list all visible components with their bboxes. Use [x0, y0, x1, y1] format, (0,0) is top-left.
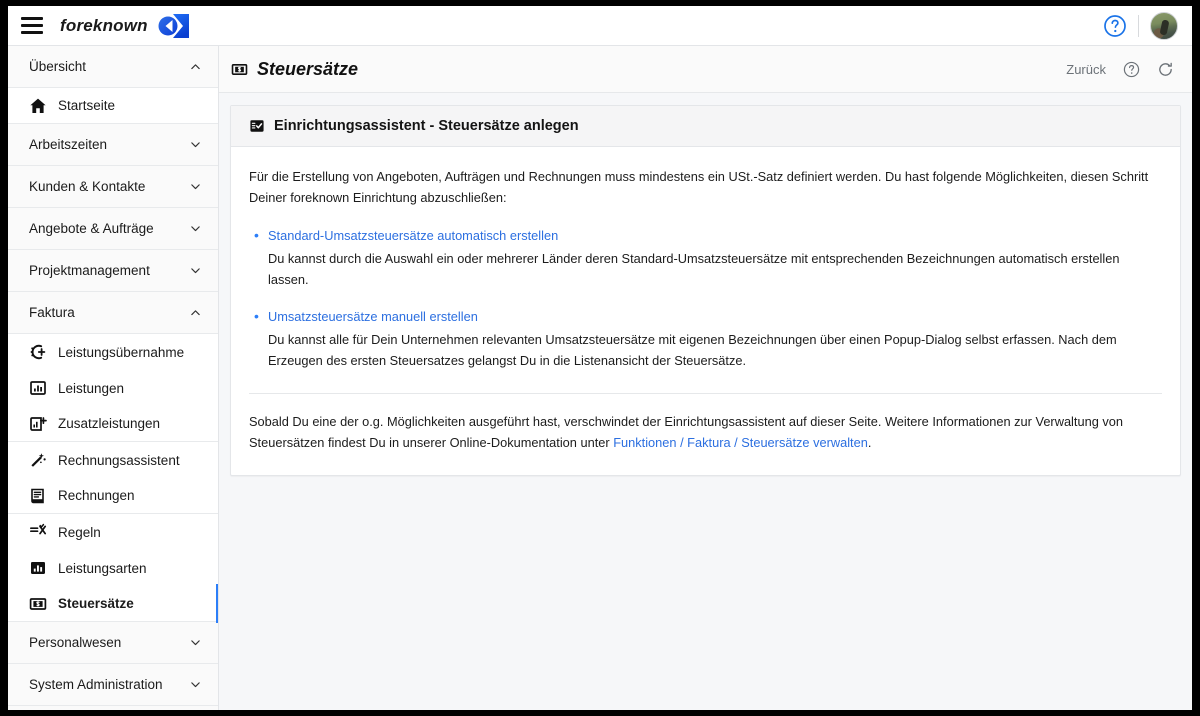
option-link-auto[interactable]: Standard-Umsatzsteuersätze automatisch e… [268, 226, 558, 246]
chevron-down-icon [191, 682, 200, 688]
page-title: Steuersätze [231, 59, 358, 80]
sidebar-group-kunden-kontakte[interactable]: Kunden & Kontakte [8, 166, 218, 208]
content-header-actions: Zurück [1066, 61, 1174, 78]
sidebar-group-projektmanagement[interactable]: Projektmanagement [8, 250, 218, 292]
sidebar-group-label: Faktura [29, 305, 75, 320]
brand-name: foreknown [60, 15, 148, 35]
card-header-title: Einrichtungsassistent - Steuersätze anle… [274, 118, 579, 134]
avatar[interactable] [1150, 11, 1178, 40]
sidebar-group-label: Personalwesen [29, 635, 122, 650]
magic-wand-icon [31, 453, 46, 467]
sidebar-item-leistungsarten[interactable]: Leistungsarten [8, 550, 218, 586]
card-container: Einrichtungsassistent - Steuersätze anle… [219, 93, 1192, 477]
sidebar-group-personalwesen[interactable]: Personalwesen [8, 622, 218, 664]
chevron-up-icon [191, 64, 200, 70]
sidebar-group-system-administration[interactable]: System Administration [8, 664, 218, 706]
sidebar-item-label: Regeln [58, 524, 101, 540]
bar-chart-plus-icon [30, 416, 47, 431]
bar-chart-box-icon [30, 381, 46, 395]
sidebar-group-angebote-auftraege[interactable]: Angebote & Aufträge [8, 208, 218, 250]
card-body: Für die Erstellung von Angeboten, Aufträ… [231, 147, 1180, 475]
sidebar-group-label: System Administration [29, 677, 163, 692]
documentation-link[interactable]: Funktionen / Faktura / Steuersätze verwa… [613, 435, 868, 450]
app-window: foreknown Übersicht Startseite Arbeitsze… [8, 6, 1192, 710]
sidebar-item-label: Rechnungsassistent [58, 452, 180, 468]
content-area: Steuersätze Zurück Einrichtungsassistent… [219, 46, 1192, 710]
sidebar-item-label: Leistungsarten [58, 560, 147, 576]
setup-assistant-card: Einrichtungsassistent - Steuersätze anle… [230, 105, 1181, 477]
help-circle-icon[interactable] [1103, 14, 1127, 38]
sidebar-item-label: Leistungen [58, 380, 125, 396]
sidebar-group-label: Übersicht [29, 59, 87, 74]
content-header: Steuersätze Zurück [219, 46, 1192, 93]
sidebar-item-label: Leistungsübernahme [58, 344, 185, 360]
service-transfer-icon [30, 344, 46, 360]
sidebar-group-label: Projektmanagement [29, 263, 150, 278]
sidebar-group-arbeitszeiten[interactable]: Arbeitszeiten [8, 124, 218, 166]
bar-chart-filled-icon [31, 562, 45, 574]
top-bar-actions [1103, 11, 1178, 40]
sidebar-item-label: Zusatzleistungen [58, 416, 161, 431]
sidebar-group-faktura[interactable]: Faktura [8, 292, 218, 334]
sidebar-group-label: Kunden & Kontakte [29, 179, 146, 194]
sidebar-item-regeln[interactable]: Regeln [8, 514, 218, 550]
sidebar-item-zusatzleistungen[interactable]: Zusatzleistungen [8, 406, 218, 442]
chevron-down-icon [191, 142, 200, 148]
sidebar-item-startseite[interactable]: Startseite [8, 88, 218, 124]
hamburger-icon[interactable] [18, 12, 46, 40]
main-area: Übersicht Startseite Arbeitszeiten Kunde… [8, 46, 1192, 710]
options-list: Standard-Umsatzsteuersätze automatisch e… [249, 225, 1162, 372]
money-note-icon [231, 63, 248, 75]
chevron-down-icon [191, 268, 200, 274]
refresh-icon[interactable] [1157, 61, 1174, 78]
checklist-icon [250, 120, 264, 132]
chevron-down-icon [191, 226, 200, 232]
card-header: Einrichtungsassistent - Steuersätze anle… [231, 106, 1180, 147]
home-icon [30, 98, 46, 113]
chevron-down-icon [191, 640, 200, 646]
sidebar-item-rechnungen[interactable]: Rechnungen [8, 478, 218, 514]
brand[interactable]: foreknown [60, 12, 201, 40]
divider [249, 392, 1162, 394]
back-button[interactable]: Zurück [1066, 62, 1106, 77]
chevron-up-icon [191, 310, 200, 316]
sidebar-group-uebersicht[interactable]: Übersicht [8, 46, 218, 88]
option-description: Du kannst durch die Auswahl ein oder meh… [268, 250, 1120, 287]
page-title-text: Steuersätze [257, 58, 359, 79]
chevron-down-icon [191, 184, 200, 190]
sidebar-item-rechnungsassistent[interactable]: Rechnungsassistent [8, 442, 218, 478]
list-item: Umsatzsteuersätze manuell erstellen Du k… [254, 306, 1162, 371]
sidebar-group-label: Angebote & Aufträge [29, 221, 154, 236]
option-description: Du kannst alle für Dein Unternehmen rele… [268, 332, 1117, 368]
sidebar-item-label: Steuersätze [58, 596, 134, 611]
sidebar-item-label: Rechnungen [58, 488, 135, 503]
footnote-text-after: . [867, 434, 872, 450]
top-bar: foreknown [8, 6, 1192, 46]
sidebar-item-leistungen[interactable]: Leistungen [8, 370, 218, 406]
foreknown-logo-icon [158, 13, 189, 38]
footnote: Sobald Du eine der o.g. Möglichkeiten au… [249, 411, 1162, 454]
money-note-icon [29, 597, 47, 610]
sidebar-item-label: Startseite [58, 98, 116, 113]
list-item: Standard-Umsatzsteuersätze automatisch e… [254, 225, 1162, 290]
sidebar-item-leistungsuebernahme[interactable]: Leistungsübernahme [8, 334, 218, 370]
sidebar-item-steuersaetze[interactable]: Steuersätze [8, 584, 218, 623]
help-circle-icon[interactable] [1123, 61, 1140, 78]
sidebar-group-label: Arbeitszeiten [29, 137, 108, 152]
sidebar: Übersicht Startseite Arbeitszeiten Kunde… [8, 46, 219, 710]
option-link-manual[interactable]: Umsatzsteuersätze manuell erstellen [268, 307, 478, 327]
divider [1138, 14, 1139, 37]
card-lead-text: Für die Erstellung von Angeboten, Aufträ… [249, 169, 1149, 206]
invoice-icon [31, 488, 44, 503]
rules-icon [30, 523, 47, 535]
